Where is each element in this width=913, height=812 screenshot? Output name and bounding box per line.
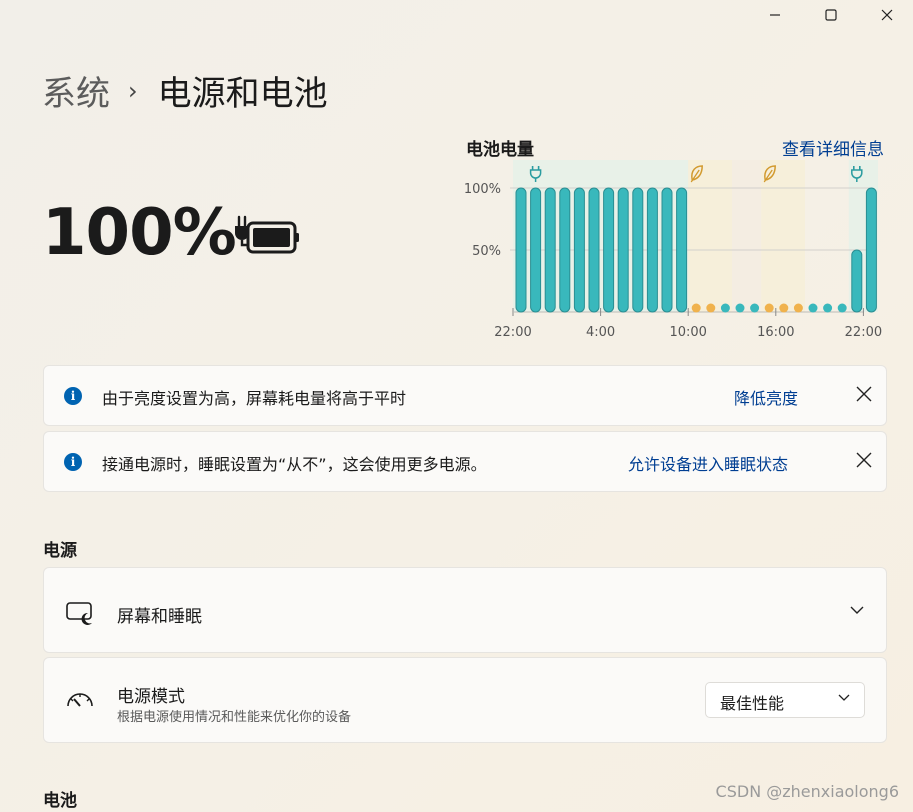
battery-bar	[661, 187, 673, 313]
screen-sleep-row[interactable]: 屏幕和睡眠	[43, 567, 887, 653]
battery-dot	[808, 303, 818, 313]
battery-dot	[735, 303, 745, 313]
x-tick-label: 22:00	[845, 325, 882, 340]
chart-band	[688, 160, 732, 312]
lower-brightness-link[interactable]: 降低亮度	[734, 385, 798, 409]
chart-band	[761, 160, 805, 312]
breadcrumb-parent[interactable]: 系统	[42, 66, 110, 115]
notice-message: 接通电源时，睡眠设置为“从不”，这会使用更多电源。	[102, 455, 487, 474]
battery-dot	[720, 303, 730, 313]
breadcrumb: 系统 › 电源和电池	[42, 66, 328, 115]
battery-dot	[779, 303, 789, 313]
battery-bar	[851, 249, 863, 313]
power-mode-dropdown[interactable]: 最佳性能	[705, 682, 865, 718]
sleep-notice: i 接通电源时，睡眠设置为“从不”，这会使用更多电源。 允许设备进入睡眠状态	[43, 431, 887, 492]
notice-message: 由于亮度设置为高，屏幕耗电量将高于平时	[102, 389, 407, 408]
battery-bar	[559, 187, 571, 313]
x-tick-label: 22:00	[494, 325, 531, 340]
battery-charging-icon	[235, 215, 299, 254]
battery-level-chart: 100% 50% 22:00 4:00 10:00 16:00 22:00	[464, 160, 882, 340]
screen-sleep-label: 屏幕和睡眠	[117, 607, 202, 627]
breadcrumb-separator: ›	[128, 76, 138, 105]
battery-dot	[691, 303, 701, 313]
minimize-button[interactable]	[752, 0, 798, 30]
battery-bar	[646, 187, 658, 313]
battery-bar	[530, 187, 542, 313]
battery-bar	[573, 187, 585, 313]
close-icon[interactable]	[854, 384, 874, 404]
y-tick-label: 50%	[472, 244, 501, 259]
battery-dot	[823, 303, 833, 313]
battery-dot	[764, 303, 774, 313]
chart-title: 电池电量	[466, 140, 534, 160]
battery-bar	[603, 187, 615, 313]
gauge-icon	[67, 693, 93, 707]
brightness-notice: i 由于亮度设置为高，屏幕耗电量将高于平时 降低亮度	[43, 365, 887, 426]
battery-bar	[617, 187, 629, 313]
battery-bar	[632, 187, 644, 313]
info-icon: i	[64, 387, 82, 405]
battery-dot	[793, 303, 803, 313]
close-window-button[interactable]	[864, 0, 910, 30]
close-icon[interactable]	[854, 450, 874, 470]
battery-bar	[515, 187, 527, 313]
minimize-icon	[770, 14, 780, 16]
screen-sleep-icon	[66, 602, 92, 625]
maximize-icon	[825, 9, 837, 21]
battery-dot	[750, 303, 760, 313]
battery-dot	[706, 303, 716, 313]
battery-bar	[544, 187, 556, 313]
y-tick-label: 100%	[464, 182, 501, 197]
info-icon: i	[64, 453, 82, 471]
power-mode-label: 电源模式	[117, 687, 185, 707]
battery-bar	[865, 187, 877, 313]
x-tick-label: 10:00	[669, 325, 706, 340]
x-tick-label: 4:00	[586, 325, 615, 340]
view-details-link[interactable]: 查看详细信息	[782, 135, 884, 160]
battery-bar	[676, 187, 688, 313]
power-mode-row: 电源模式 根据电源使用情况和性能来优化你的设备 最佳性能	[43, 657, 887, 743]
x-tick-label: 16:00	[757, 325, 794, 340]
battery-percentage: 100%	[42, 196, 237, 270]
maximize-button[interactable]	[808, 0, 854, 30]
power-section-title: 电源	[43, 541, 77, 561]
battery-section-title: 电池	[43, 791, 77, 811]
chart-band	[732, 160, 762, 312]
allow-sleep-link[interactable]: 允许设备进入睡眠状态	[628, 451, 788, 475]
chevron-down-icon	[838, 694, 850, 701]
close-icon	[881, 9, 893, 21]
power-mode-selected: 最佳性能	[720, 694, 785, 713]
battery-bar	[588, 187, 600, 313]
battery-dot	[837, 303, 847, 313]
watermark: CSDN @zhenxiaolong6	[715, 782, 899, 801]
power-mode-description: 根据电源使用情况和性能来优化你的设备	[117, 710, 352, 725]
chevron-down-icon	[850, 606, 864, 614]
page-title: 电源和电池	[157, 74, 328, 114]
